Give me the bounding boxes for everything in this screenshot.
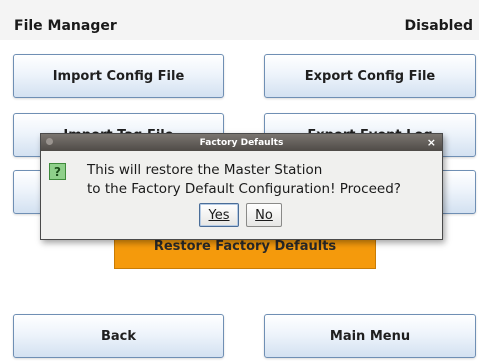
yes-button-label: Yes <box>208 207 230 223</box>
dialog-message-line-2: to the Factory Default Configuration! Pr… <box>87 181 401 197</box>
dialog-titlebar[interactable]: Factory Defaults × <box>41 134 442 151</box>
page-title: File Manager <box>14 18 117 34</box>
no-button[interactable]: No <box>246 203 282 227</box>
header-bar: File Manager Disabled <box>0 0 479 40</box>
yes-button[interactable]: Yes <box>199 203 239 227</box>
window-menu-icon[interactable] <box>46 138 53 145</box>
status-label: Disabled <box>404 18 473 34</box>
import-config-file-button[interactable]: Import Config File <box>13 54 224 98</box>
no-button-label: No <box>255 207 273 223</box>
close-icon[interactable]: × <box>427 135 436 150</box>
question-icon: ? <box>49 163 66 180</box>
main-menu-button[interactable]: Main Menu <box>264 314 476 358</box>
export-config-file-button[interactable]: Export Config File <box>264 54 476 98</box>
dialog-message-line-1: This will restore the Master Station <box>87 162 323 178</box>
dialog-title: Factory Defaults <box>199 137 284 148</box>
factory-defaults-dialog: Factory Defaults × ? This will restore t… <box>40 133 443 240</box>
back-button[interactable]: Back <box>13 314 224 358</box>
